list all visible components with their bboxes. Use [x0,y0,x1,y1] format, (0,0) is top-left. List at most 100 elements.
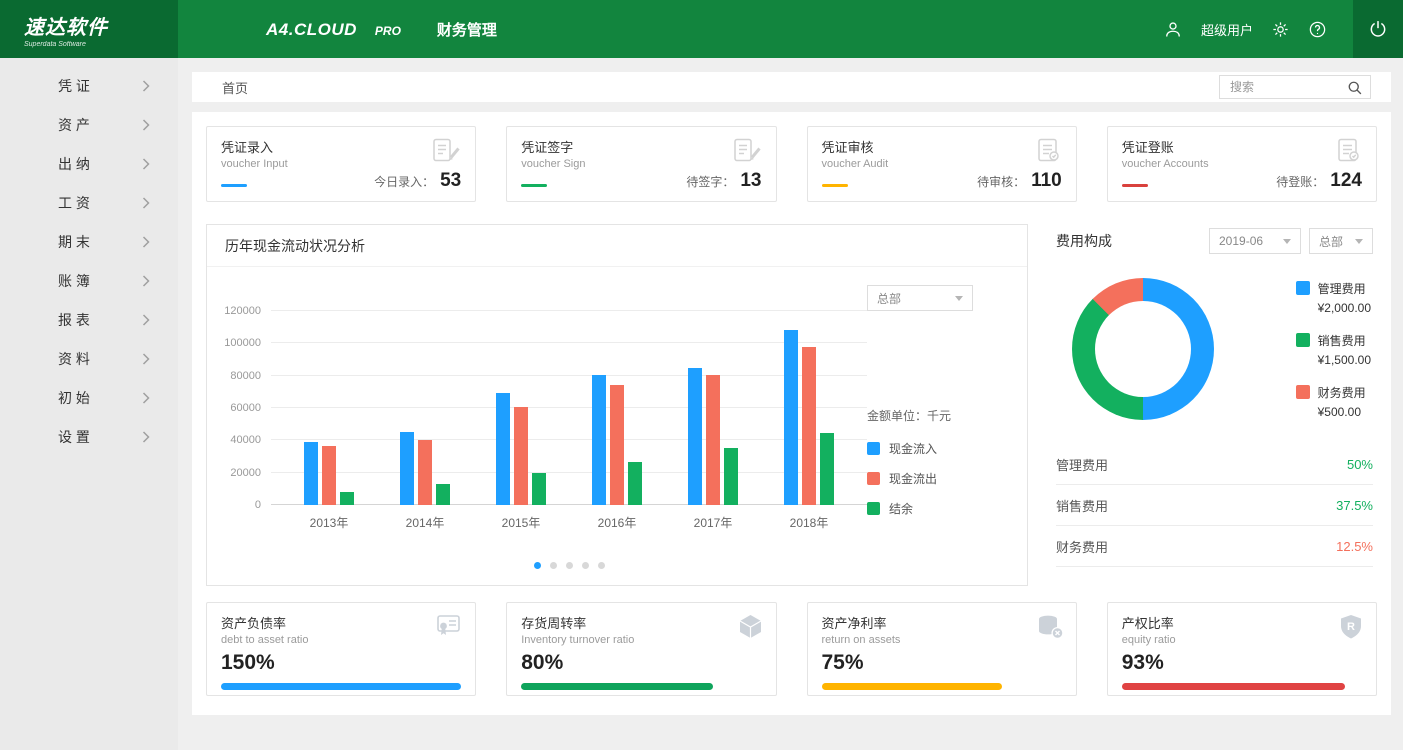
ratio-progress-track [1122,683,1362,690]
chevron-down-icon [955,296,963,301]
stat-card-title: 凭证登账 [1122,137,1209,156]
stat-card-voucher-accounts[interactable]: 凭证登账voucher Accounts待登账：124 [1107,126,1377,202]
settings-gear-icon[interactable] [1271,20,1290,39]
legend-color-swatch [1296,333,1310,347]
search-box[interactable] [1219,75,1371,99]
ratio-card-inventory-turnover: 存货周转率Inventory turnover ratio80% [506,602,776,696]
chart-branch-select[interactable]: 总部 [867,285,973,311]
chevron-right-icon [142,431,150,443]
bar-结余 [436,484,450,505]
expense-legend-item: 管理费用¥2,000.00 [1296,280,1371,315]
sidebar-item-5[interactable]: 期 末 [0,222,178,261]
stat-card-subtitle: voucher Sign [521,158,585,170]
chevron-down-icon [1283,239,1291,244]
chart-body: 020000400006000080000100000120000 2013年2… [207,267,1027,585]
ratio-card-subtitle: Inventory turnover ratio [521,634,761,646]
expense-branch-select[interactable]: 总部 [1309,228,1373,254]
app-logo: 速达软件 Superdata Software [0,0,178,58]
shield-icon: R [1338,613,1364,645]
expense-legend: 管理费用¥2,000.00销售费用¥1,500.00财务费用¥500.00 [1296,280,1371,419]
stat-card-voucher-input[interactable]: 凭证录入 voucher Input 今日录入： 53 [206,126,476,202]
pagination-dot[interactable] [566,562,573,569]
cashflow-chart-card: 历年现金流动状况分析 02000040000600008000010000012… [206,224,1028,586]
stat-card-top: 凭证签字 voucher Sign [521,137,761,170]
dashboard-content: 凭证录入 voucher Input 今日录入： 53 凭证签字 voucher Sign… [192,112,1391,715]
sidebar-item-4[interactable]: 工 资 [0,183,178,222]
expense-row-label: 销售费用 [1056,496,1108,515]
expense-row-label: 财务费用 [1056,537,1108,556]
pagination-dot[interactable] [534,562,541,569]
bar-现金流出 [802,347,816,505]
stat-card-bottom: 今日录入： 53 [221,170,461,192]
x-tick-label: 2014年 [406,514,445,531]
stat-card-title: 凭证签字 [521,137,585,156]
stat-card-value: 124 [1330,170,1362,191]
expense-panel: 费用构成 2019-06 总部 管理费用¥2,000.00 [1052,224,1377,586]
sidebar-item-3[interactable]: 出 纳 [0,144,178,183]
expense-donut-chart [1072,278,1214,420]
legend-label: 结余 [889,500,913,517]
expense-row-label: 管理费用 [1056,455,1108,474]
ratio-progress-bar [221,683,461,690]
expense-period-value: 2019-06 [1219,234,1263,248]
x-tick-label: 2018年 [790,514,829,531]
chart-title: 历年现金流动状况分析 [225,236,365,256]
username[interactable]: 超级用户 [1201,20,1253,39]
sidebar-item-label: 设 置 [58,427,90,447]
ratio-card-return-on-assets: 资产净利率return on assets75% [807,602,1077,696]
sidebar-item-8[interactable]: 资 料 [0,339,178,378]
stat-card-value-group: 待签字：13 [686,170,761,192]
sidebar-item-1[interactable]: 凭 证 [0,66,178,105]
stat-card-label: 待审核： [977,175,1025,189]
stat-card-voucher-audit[interactable]: 凭证审核voucher Audit待审核：110 [807,126,1077,202]
sidebar-item-10[interactable]: 设 置 [0,417,178,456]
search-icon[interactable] [1347,80,1362,95]
expense-row-percent: 37.5% [1336,498,1373,513]
sidebar-item-6[interactable]: 账 簿 [0,261,178,300]
sidebar-item-2[interactable]: 资 产 [0,105,178,144]
stat-card-value: 53 [440,170,461,191]
help-icon[interactable] [1308,20,1327,39]
expense-legend-label: 管理费用 [1318,280,1371,297]
ratio-card-title: 资产负债率 [221,613,461,632]
expense-legend-item: 财务费用¥500.00 [1296,384,1371,419]
chart-y-axis: 020000400006000080000100000120000 [215,311,271,505]
stat-card-label: 今日录入： [374,175,434,189]
expense-row: 财务费用12.5% [1056,526,1373,567]
stat-card-title: 凭证录入 [221,137,288,156]
ratio-progress-track [221,683,461,690]
logo-subtitle: Superdata Software [24,41,178,48]
expense-branch-value: 总部 [1319,233,1343,250]
certificate-icon [435,613,463,644]
sidebar-item-label: 资 料 [58,349,90,369]
pagination-dot[interactable] [550,562,557,569]
stat-card-subtitle: voucher Audit [822,158,889,170]
ratio-card-title: 资产净利率 [822,613,1062,632]
breadcrumb-home-tab[interactable]: 首页 [222,78,248,97]
pagination-dot[interactable] [582,562,589,569]
logout-power-button[interactable] [1353,0,1403,58]
expense-legend-label: 财务费用 [1318,384,1366,401]
expense-period-select[interactable]: 2019-06 [1209,228,1301,254]
y-tick-label: 120000 [224,305,261,317]
bar-group-2017年 [688,311,738,505]
sidebar-item-label: 报 表 [58,310,90,330]
expense-title: 费用构成 [1056,231,1112,251]
stat-card-subtitle: voucher Input [221,158,288,170]
bar-结余 [340,492,354,505]
chart-unit-note: 金额单位：千元 [867,407,951,424]
search-input[interactable] [1228,79,1347,95]
expense-legend-label: 销售费用 [1318,332,1371,349]
bar-结余 [628,462,642,505]
chart-pagination [215,562,867,569]
sidebar-item-9[interactable]: 初 始 [0,378,178,417]
user-icon[interactable] [1163,19,1183,39]
doc-lines-icon [1034,137,1062,170]
legend-color-swatch [1296,281,1310,295]
ratio-progress-track [521,683,761,690]
bar-结余 [532,473,546,505]
ratio-card-row: 资产负债率debt to asset ratio150%存货周转率Invento… [206,602,1377,696]
pagination-dot[interactable] [598,562,605,569]
sidebar-item-7[interactable]: 报 表 [0,300,178,339]
stat-card-voucher-sign[interactable]: 凭证签字 voucher Sign 待签字：13 [506,126,776,202]
